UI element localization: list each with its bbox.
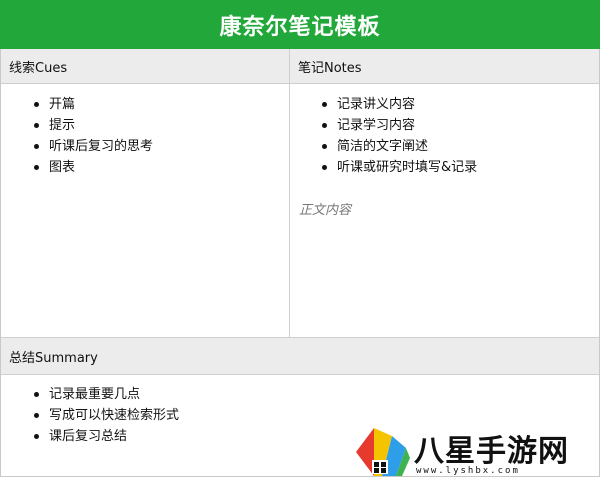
list-item: 开篇 xyxy=(34,94,153,115)
list-item: 听课或研究时填写&记录 xyxy=(322,157,477,178)
list-item: 记录最重要几点 xyxy=(34,384,179,405)
list-item: 提示 xyxy=(34,115,153,136)
cues-header: 线索Cues xyxy=(1,49,290,84)
notes-body-placeholder: 正文内容 xyxy=(299,203,352,218)
list-item: 记录讲义内容 xyxy=(322,94,477,115)
notes-section: 记录讲义内容 记录学习内容 简洁的文字阐述 听课或研究时填写&记录 正文内容 xyxy=(290,84,599,337)
summary-list: 记录最重要几点 写成可以快速检索形式 课后复习总结 xyxy=(34,384,179,447)
list-item: 记录学习内容 xyxy=(322,115,477,136)
summary-header: 总结Summary xyxy=(1,337,599,375)
list-item: 课后复习总结 xyxy=(34,426,179,447)
list-item: 写成可以快速检索形式 xyxy=(34,405,179,426)
list-item: 听课后复习的思考 xyxy=(34,136,153,157)
cues-section: 开篇 提示 听课后复习的思考 图表 xyxy=(1,84,290,337)
cues-list: 开篇 提示 听课后复习的思考 图表 xyxy=(34,94,153,178)
page-title: 康奈尔笔记模板 xyxy=(0,0,600,49)
cornell-grid: 线索Cues 笔记Notes 开篇 提示 听课后复习的思考 图表 记录讲义内容 … xyxy=(0,49,600,477)
cornell-notes-page: 康奈尔笔记模板 线索Cues 笔记Notes 开篇 提示 听课后复习的思考 图表… xyxy=(0,0,600,483)
watermark-title: 八星手游网 xyxy=(414,434,569,469)
watermark-logo-icon xyxy=(356,428,410,476)
notes-header: 笔记Notes xyxy=(290,49,599,84)
list-item: 简洁的文字阐述 xyxy=(322,136,477,157)
watermark-url: www.lyshbx.com xyxy=(416,466,520,476)
watermark: 八星手游网 www.lyshbx.com xyxy=(352,424,592,480)
notes-list: 记录讲义内容 记录学习内容 简洁的文字阐述 听课或研究时填写&记录 xyxy=(322,94,477,178)
list-item: 图表 xyxy=(34,157,153,178)
